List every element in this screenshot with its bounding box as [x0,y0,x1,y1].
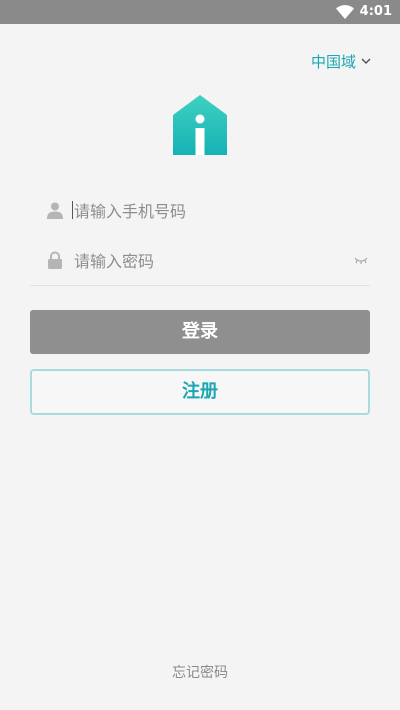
phone-field [30,190,370,232]
wifi-icon [336,5,354,19]
text-cursor [72,201,73,219]
password-field [30,240,370,282]
user-icon [47,202,63,219]
login-button[interactable]: 登录 [30,310,370,354]
status-time: 4:01 [359,4,392,19]
house-logo-icon [173,95,227,155]
phone-input[interactable] [72,190,346,232]
chevron-down-icon [361,58,371,65]
field-divider [30,285,370,286]
status-bar: 4:01 [0,0,400,24]
password-input[interactable] [72,240,346,282]
region-selector[interactable]: 中国域 [310,51,371,71]
forgot-password-link[interactable]: 忘记密码 [0,662,400,682]
region-label: 中国域 [310,52,356,71]
register-button[interactable]: 注册 [30,369,370,415]
lock-icon [48,251,62,269]
eye-closed-icon[interactable] [354,255,368,265]
